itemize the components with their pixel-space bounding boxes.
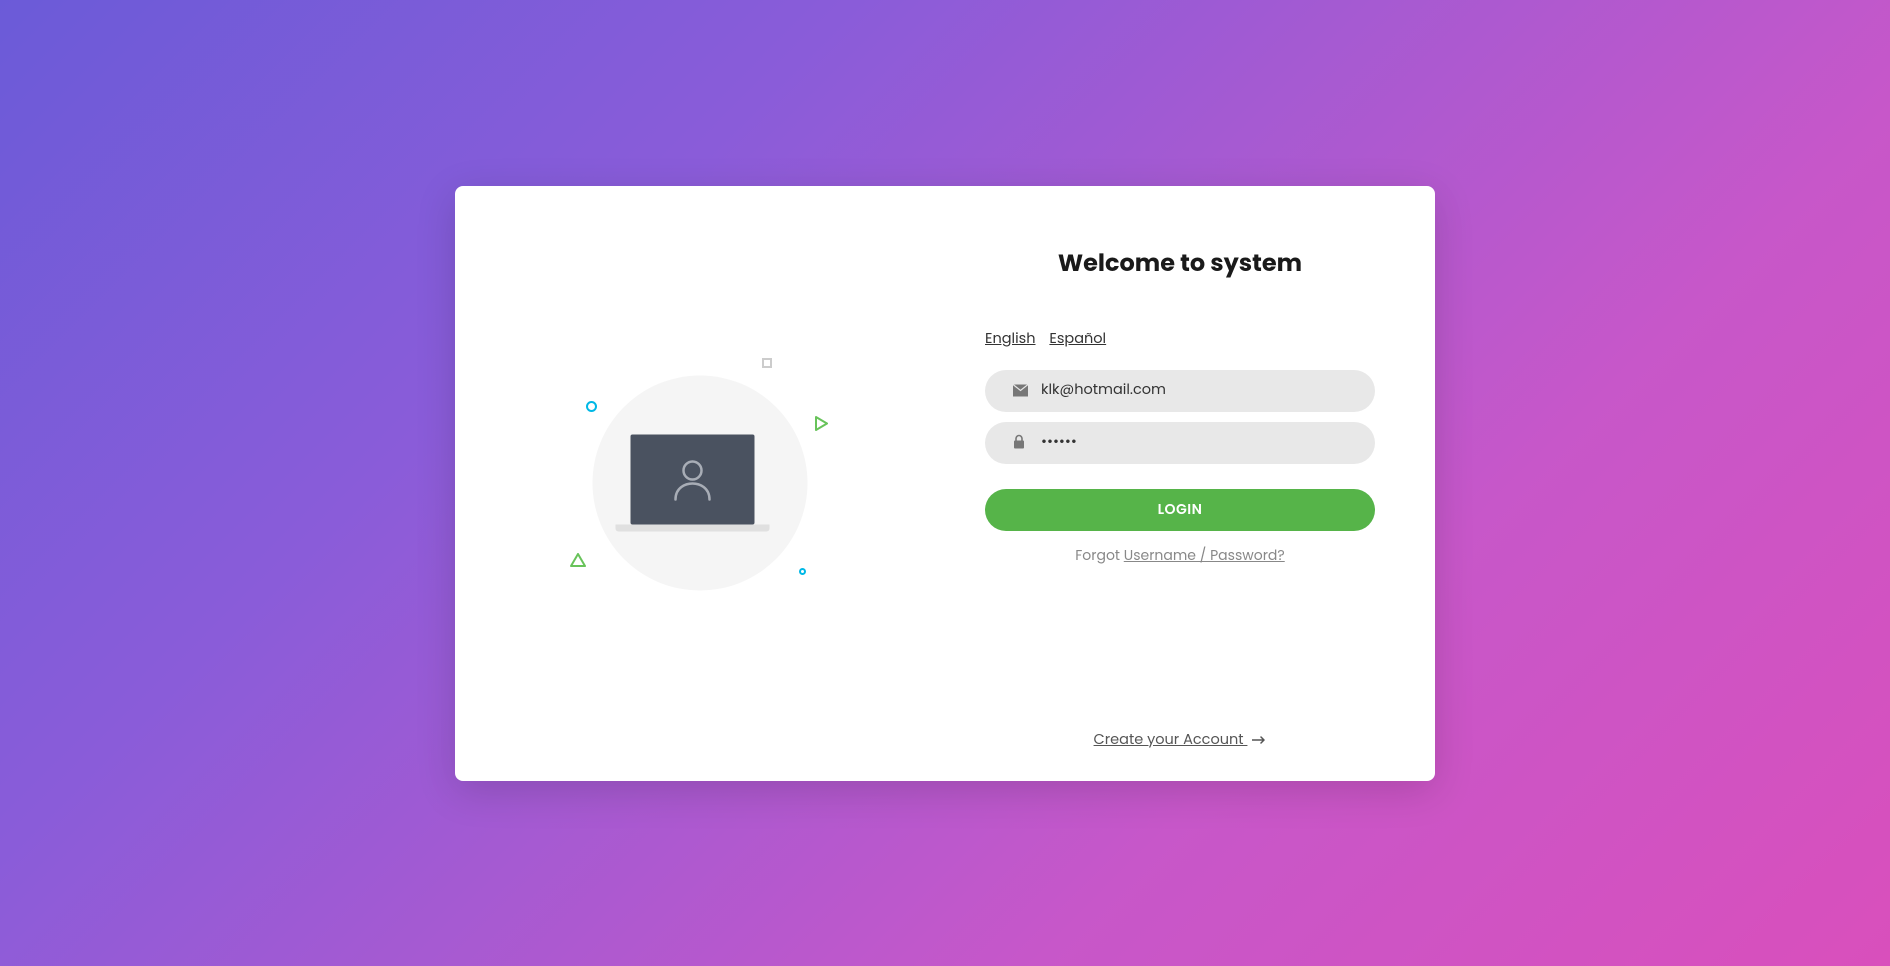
login-illustration <box>560 343 840 623</box>
shape-play-triangle-icon <box>815 416 828 431</box>
shape-triangle-icon <box>570 553 586 567</box>
shape-square-icon <box>762 358 772 368</box>
login-card: Welcome to system English Español LOGIN … <box>455 186 1435 781</box>
illustration-pane <box>455 186 945 781</box>
arrow-right-icon <box>1252 730 1266 751</box>
create-account-link[interactable]: Create your Account <box>1094 730 1248 750</box>
lang-spanish-link[interactable]: Español <box>1049 329 1106 349</box>
form-pane: Welcome to system English Español LOGIN … <box>945 186 1435 781</box>
language-links: English Español <box>985 329 1375 350</box>
shape-circle-icon <box>586 401 597 412</box>
email-input-wrap <box>985 370 1375 412</box>
forgot-link[interactable]: Username / Password? <box>1124 545 1285 565</box>
login-button[interactable]: LOGIN <box>985 489 1375 531</box>
forgot-text: Forgot Username / Password? <box>985 545 1375 566</box>
shape-small-circle-icon <box>799 568 806 575</box>
laptop-icon <box>631 435 770 532</box>
email-input[interactable] <box>985 370 1375 412</box>
lock-icon <box>1013 430 1025 455</box>
create-account-row: Create your Account <box>985 730 1375 751</box>
lang-english-link[interactable]: English <box>985 329 1036 349</box>
envelope-icon <box>1013 378 1028 403</box>
forgot-prefix: Forgot <box>1075 545 1124 565</box>
password-input[interactable] <box>985 422 1375 464</box>
user-avatar-icon <box>672 458 714 502</box>
password-input-wrap <box>985 422 1375 464</box>
page-title: Welcome to system <box>985 246 1375 281</box>
